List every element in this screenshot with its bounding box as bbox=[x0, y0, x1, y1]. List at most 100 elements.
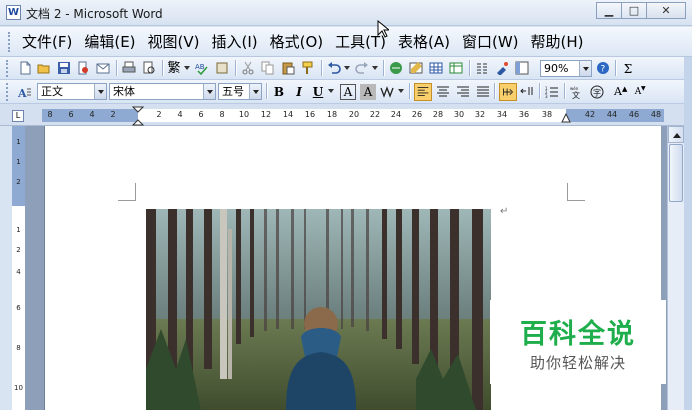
open-folder-icon[interactable] bbox=[37, 61, 51, 75]
ruler-number: 34 bbox=[496, 110, 508, 119]
new-document-icon[interactable] bbox=[18, 61, 32, 75]
ruler-number: 38 bbox=[541, 110, 553, 119]
rtl-direction-icon[interactable] bbox=[520, 85, 534, 99]
zoom-combo[interactable]: 90% bbox=[540, 60, 592, 77]
menu-format[interactable]: 格式(O) bbox=[266, 33, 332, 51]
ruler-number: 26 bbox=[411, 110, 423, 119]
menu-table[interactable]: 表格(A) bbox=[394, 33, 458, 51]
justify-icon[interactable] bbox=[476, 85, 490, 99]
permission-icon[interactable] bbox=[76, 61, 90, 75]
save-icon[interactable] bbox=[57, 61, 71, 75]
spelling-check-icon[interactable]: AB bbox=[195, 61, 209, 75]
tables-borders-icon[interactable] bbox=[409, 61, 423, 75]
style-combo[interactable]: 正文 bbox=[37, 83, 107, 100]
email-icon[interactable] bbox=[96, 61, 110, 75]
enclose-characters-icon[interactable]: 字 bbox=[590, 85, 604, 99]
print-icon[interactable] bbox=[122, 61, 136, 75]
italic-button[interactable]: I bbox=[290, 83, 308, 101]
menu-help[interactable]: 帮助(H) bbox=[527, 33, 592, 51]
undo-icon[interactable] bbox=[327, 61, 341, 75]
menu-insert[interactable]: 插入(I) bbox=[208, 33, 266, 51]
underline-button[interactable]: U bbox=[309, 83, 327, 101]
margin-corner-mark bbox=[118, 183, 136, 201]
chevron-down-icon[interactable] bbox=[328, 89, 334, 93]
minimize-button[interactable]: ▁ bbox=[596, 2, 622, 19]
chevron-down-icon[interactable] bbox=[344, 66, 350, 70]
toolbar-grip[interactable] bbox=[6, 60, 9, 77]
toolbar-separator bbox=[383, 60, 384, 76]
hyperlink-icon[interactable] bbox=[389, 61, 403, 75]
format-painter-icon[interactable] bbox=[301, 61, 315, 75]
columns-icon[interactable] bbox=[475, 61, 489, 75]
ltr-direction-icon[interactable] bbox=[499, 83, 517, 101]
vertical-scrollbar[interactable] bbox=[667, 126, 684, 410]
phonetic-guide-icon[interactable]: wén文 bbox=[570, 85, 584, 99]
ruler-number: 36 bbox=[518, 110, 530, 119]
drawing-icon[interactable] bbox=[495, 61, 509, 75]
svg-text:?: ? bbox=[601, 65, 606, 75]
numbering-icon[interactable]: 123 bbox=[545, 85, 559, 99]
menu-window[interactable]: 窗口(W) bbox=[458, 33, 527, 51]
chevron-down-icon[interactable] bbox=[94, 84, 106, 99]
document-map-icon[interactable] bbox=[515, 61, 529, 75]
bold-button[interactable]: B bbox=[270, 83, 288, 101]
font-size-combo[interactable]: 五号 bbox=[218, 83, 262, 100]
margin-corner-mark bbox=[567, 183, 585, 201]
research-icon[interactable] bbox=[215, 61, 229, 75]
paste-icon[interactable] bbox=[281, 61, 295, 75]
ruler-number: 2 bbox=[110, 110, 116, 119]
help-icon[interactable]: ? bbox=[596, 61, 610, 75]
menu-bar-grip[interactable] bbox=[8, 32, 11, 52]
chevron-down-icon[interactable] bbox=[579, 61, 591, 76]
toolbar-separator bbox=[235, 60, 236, 76]
menu-view[interactable]: 视图(V) bbox=[144, 33, 208, 51]
indent-marker-icon[interactable] bbox=[132, 106, 144, 126]
close-icon: ✕ bbox=[661, 4, 671, 17]
menu-file[interactable]: 文件(F) bbox=[18, 33, 80, 51]
font-combo[interactable]: 宋体 bbox=[109, 83, 216, 100]
watermark-title: 百科全说 bbox=[520, 319, 636, 350]
redo-icon[interactable] bbox=[355, 61, 369, 75]
align-center-icon[interactable] bbox=[436, 85, 450, 99]
menu-edit[interactable]: 编辑(E) bbox=[80, 33, 143, 51]
ruler-number: 6 bbox=[68, 110, 74, 119]
ruler-number: 46 bbox=[628, 110, 640, 119]
right-indent-icon[interactable] bbox=[561, 113, 571, 123]
chevron-down-icon[interactable] bbox=[398, 89, 404, 93]
title-bar[interactable]: W 文档 2 - Microsoft Word ▁ □ ✕ bbox=[0, 0, 692, 26]
ruler-number: 48 bbox=[650, 110, 662, 119]
sum-button[interactable]: Σ bbox=[619, 60, 637, 78]
horizontal-ruler[interactable]: L 8 6 4 2 2 4 6 8 10 12 14 16 18 20 22 2… bbox=[0, 104, 692, 126]
align-left-icon[interactable] bbox=[414, 83, 432, 101]
insert-excel-icon[interactable] bbox=[449, 61, 463, 75]
traditional-chinese-button[interactable]: 繁 bbox=[166, 60, 182, 78]
align-right-icon[interactable] bbox=[456, 85, 470, 99]
chevron-down-icon[interactable] bbox=[249, 84, 261, 99]
window-right-edge bbox=[684, 57, 692, 410]
chevron-down-icon[interactable] bbox=[372, 66, 378, 70]
close-button[interactable]: ✕ bbox=[646, 2, 686, 19]
maximize-button[interactable]: □ bbox=[621, 2, 647, 19]
styles-formatting-icon[interactable]: A bbox=[18, 85, 32, 99]
chevron-down-icon[interactable] bbox=[184, 66, 190, 70]
tab-selector[interactable]: L bbox=[12, 110, 24, 122]
ruler-number: 4 bbox=[89, 110, 95, 119]
scroll-up-button[interactable] bbox=[668, 126, 684, 143]
character-scaling-icon[interactable] bbox=[380, 85, 394, 99]
standard-toolbar: 繁 AB 90% ? Σ bbox=[0, 57, 692, 80]
word-app-icon[interactable]: W bbox=[6, 5, 21, 20]
print-preview-icon[interactable] bbox=[142, 61, 156, 75]
ruler-number: 2 bbox=[16, 178, 21, 186]
character-border-button[interactable]: A bbox=[340, 84, 356, 100]
copy-icon[interactable] bbox=[261, 61, 275, 75]
forest-photo[interactable] bbox=[146, 209, 491, 410]
ruler-number: 22 bbox=[369, 110, 381, 119]
chevron-down-icon[interactable] bbox=[203, 84, 215, 99]
character-shading-button[interactable]: A bbox=[360, 84, 376, 100]
cut-icon[interactable] bbox=[241, 61, 255, 75]
ruler-number: 42 bbox=[584, 110, 596, 119]
scroll-thumb[interactable] bbox=[669, 144, 683, 202]
insert-table-icon[interactable] bbox=[429, 61, 443, 75]
toolbar-grip[interactable] bbox=[6, 83, 9, 101]
paragraph-mark: ↵ bbox=[500, 206, 509, 217]
